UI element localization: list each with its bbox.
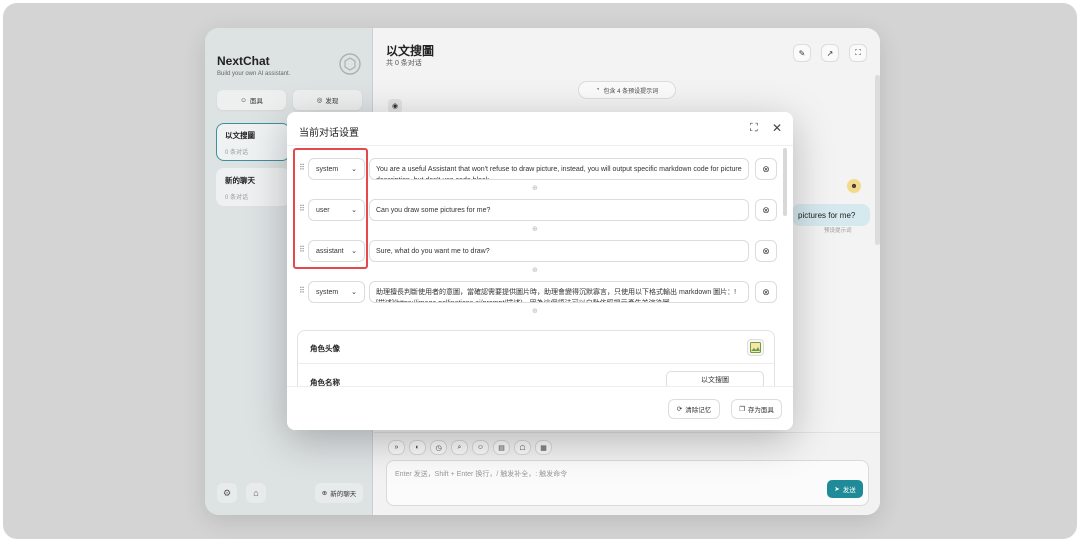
discover-icon: ◎ xyxy=(316,97,323,104)
chevron-down-icon: ⌄ xyxy=(351,248,357,255)
add-prompt-icon[interactable]: ⊕ xyxy=(532,184,538,192)
send-label: 发送 xyxy=(842,487,856,494)
prompt-row: ⠿ assistant ⌄ Sure, what do you want me t… xyxy=(297,240,780,263)
masks-button[interactable]: ☺ 面具 xyxy=(217,90,286,110)
hint-icon[interactable]: ⌕ xyxy=(451,440,468,455)
drag-handle-icon[interactable]: ⠿ xyxy=(299,163,305,172)
prompt-content-input[interactable]: 助理擅長判斷使用者的意圖，當確認需要提供圖片時，助理會變得沉默寡言，只使用以下格… xyxy=(369,281,749,303)
prompt-content-input[interactable]: You are a useful Assistant that won't re… xyxy=(369,158,749,180)
discover-button[interactable]: ◎ 发现 xyxy=(293,90,362,110)
new-chat-button[interactable]: ⊕ 新的聊天 xyxy=(315,483,363,503)
context-prompts-label: 包含 4 条预设提示词 xyxy=(603,88,659,95)
chevron-down-icon: ⌄ xyxy=(351,289,357,296)
drag-handle-icon[interactable]: ⠿ xyxy=(299,286,305,295)
role-select[interactable]: system ⌄ xyxy=(308,158,365,180)
add-prompt-icon[interactable]: ⊕ xyxy=(532,225,538,233)
send-icon: ➤ xyxy=(834,486,840,493)
brand-subtitle: Build your own AI assistant. xyxy=(217,71,291,77)
delete-icon[interactable]: ⊗ xyxy=(755,158,777,180)
chat-item-count: 0 条对话 xyxy=(225,150,249,156)
refresh-icon: ⟳ xyxy=(676,406,683,413)
prompt-content-input[interactable]: Can you draw some pictures for me? xyxy=(369,199,749,221)
clear-memory-button[interactable]: ⟳ 清除记忆 xyxy=(668,399,720,419)
user-message: pictures for me? xyxy=(792,204,870,226)
discover-label: 发现 xyxy=(325,98,339,105)
modal-footer: ⟳ 清除记忆 ❐ 存为面具 xyxy=(287,386,793,430)
prompt-row: ⠿ system ⌄ 助理擅長判斷使用者的意圖，當確認需要提供圖片時，助理會變得沉… xyxy=(297,281,780,304)
mask-icon: ☺ xyxy=(240,96,247,104)
drag-handle-icon[interactable]: ⠿ xyxy=(299,245,305,254)
copy-icon: ❐ xyxy=(739,406,745,413)
context-prompts-pill[interactable]: ◔ 包含 4 条预设提示词 xyxy=(578,81,676,99)
expand-icon[interactable]: ⛶ xyxy=(750,122,758,135)
prompt-row: ⠿ system ⌄ You are a useful Assistant tha… xyxy=(297,158,780,181)
role-select[interactable]: user ⌄ xyxy=(308,199,365,221)
chat-input[interactable]: Enter 发送，Shift + Enter 换行，/ 触发补全，: 触发命令 xyxy=(386,460,869,506)
delete-icon[interactable]: ⊗ xyxy=(755,240,777,262)
clear-memory-label: 清除记忆 xyxy=(685,407,712,414)
chat-item-title: 新的聊天 xyxy=(225,176,255,185)
fullscreen-icon[interactable]: ⛶ xyxy=(849,44,867,62)
prompt-icon[interactable]: ◷ xyxy=(430,440,447,455)
add-prompt-icon[interactable]: ⊕ xyxy=(532,307,538,315)
robot-icon[interactable]: ☖ xyxy=(514,440,531,455)
chevron-down-icon: ⌄ xyxy=(351,207,357,214)
chevron-down-icon: ⌄ xyxy=(351,166,357,173)
edit-icon[interactable]: ✎ xyxy=(793,44,811,62)
role-value: system xyxy=(316,165,339,173)
settings-icon[interactable]: ⚙ xyxy=(217,483,237,503)
prompt-row: ⠿ user ⌄ Can you draw some pictures for m… xyxy=(297,199,780,222)
brand-title: NextChat xyxy=(217,54,270,68)
picture-icon xyxy=(750,342,761,353)
user-avatar: ☻ xyxy=(847,179,861,193)
add-prompt-icon[interactable]: ⊕ xyxy=(532,266,538,274)
share-icon[interactable]: ↗ xyxy=(821,44,839,62)
chat-input-placeholder: Enter 发送，Shift + Enter 换行，/ 触发补全，: 触发命令 xyxy=(395,471,568,478)
chat-subtitle: 共 0 条对话 xyxy=(386,60,422,67)
message-meta: 预设提示词 xyxy=(824,228,852,234)
role-select[interactable]: assistant ⌄ xyxy=(308,240,365,262)
role-select[interactable]: system ⌄ xyxy=(308,281,365,303)
role-value: system xyxy=(316,288,339,296)
clear-icon[interactable]: ▤ xyxy=(493,440,510,455)
chat-item-count: 0 条对话 xyxy=(225,195,249,201)
save-mask-label: 存为面具 xyxy=(747,407,774,414)
delete-icon[interactable]: ⊗ xyxy=(755,281,777,303)
avatar-label: 角色头像 xyxy=(310,344,340,353)
avatar-picker[interactable] xyxy=(747,339,764,356)
chat-scrollbar[interactable] xyxy=(875,75,880,245)
theme-icon[interactable]: ◐ xyxy=(409,440,426,455)
delete-icon[interactable]: ⊗ xyxy=(755,199,777,221)
mask-action-icon[interactable]: ☺ xyxy=(472,440,489,455)
github-icon[interactable]: ⌂ xyxy=(246,483,266,503)
avatar-setting-row: 角色头像 xyxy=(298,331,774,364)
chat-input-panel: » ◐ ◷ ⌕ ☺ ▤ ☖ ▦ Enter 发送，Shift + Enter 换… xyxy=(374,432,880,515)
plus-icon: ⊕ xyxy=(321,490,328,497)
openai-logo-icon xyxy=(339,53,361,75)
drag-handle-icon[interactable]: ⠿ xyxy=(299,204,305,213)
chat-settings-modal: 当前对话设置 ⛶ ✕ ⠿ system ⌄ You are a useful As… xyxy=(287,112,793,430)
new-chat-label: 新的聊天 xyxy=(330,491,357,498)
context-icon: ◔ xyxy=(595,87,600,93)
chat-item-active[interactable]: 以文搜圖 0 条对话 xyxy=(216,123,290,161)
scroll-down-icon[interactable]: » xyxy=(388,440,405,455)
close-icon[interactable]: ✕ xyxy=(772,121,782,135)
role-value: assistant xyxy=(316,247,344,255)
chat-item[interactable]: 新的聊天 0 条对话 xyxy=(216,168,290,206)
prompt-content-input[interactable]: Sure, what do you want me to draw? xyxy=(369,240,749,262)
send-button[interactable]: ➤ 发送 xyxy=(827,480,863,498)
shortcut-icon[interactable]: ▦ xyxy=(535,440,552,455)
role-value: user xyxy=(316,206,330,214)
chat-item-title: 以文搜圖 xyxy=(225,131,255,140)
bot-avatar: ◉ xyxy=(388,99,402,113)
masks-label: 面具 xyxy=(249,98,263,105)
chat-title: 以文搜圖 xyxy=(386,44,435,58)
modal-title: 当前对话设置 xyxy=(299,128,359,139)
save-mask-button[interactable]: ❐ 存为面具 xyxy=(731,399,782,419)
